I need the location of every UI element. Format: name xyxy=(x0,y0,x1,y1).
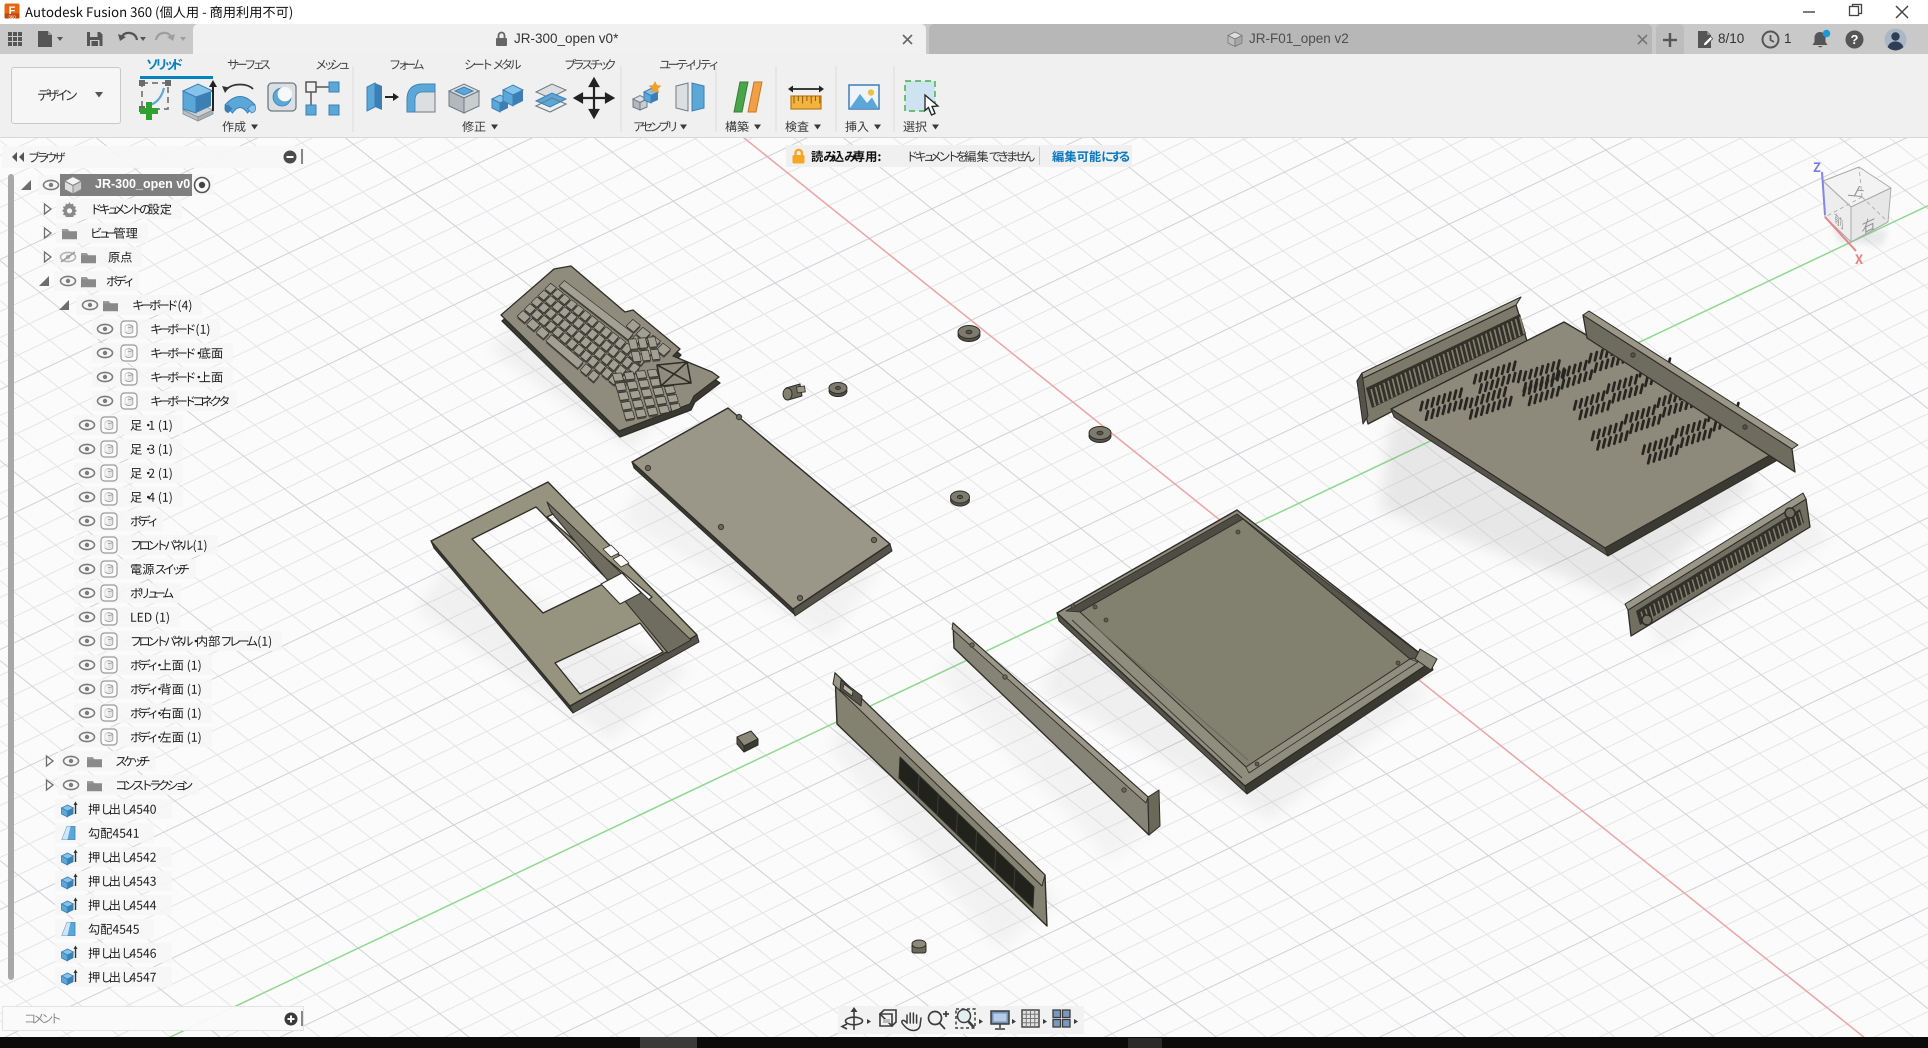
svg-text:?: ? xyxy=(1851,32,1859,47)
svg-text:360: 360 xyxy=(8,14,16,19)
